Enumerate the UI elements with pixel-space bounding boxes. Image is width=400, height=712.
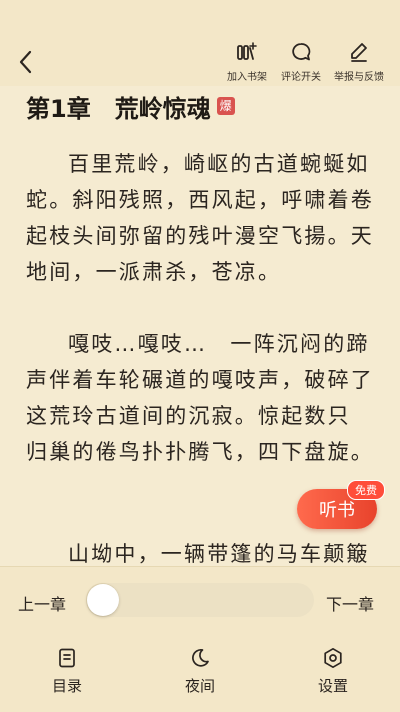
settings-label: 设置 xyxy=(317,677,348,695)
listen-book-label: 听书 xyxy=(319,500,355,521)
reader-bottom-panel: 上一章 下一章 目录 夜间 设置 xyxy=(0,566,400,712)
catalog-label: 目录 xyxy=(51,677,82,695)
free-tag: 免费 xyxy=(347,480,385,500)
hot-badge: 爆 xyxy=(216,97,235,115)
catalog-icon xyxy=(59,648,75,668)
prev-chapter-button[interactable]: 上一章 xyxy=(18,591,66,615)
report-feedback-button[interactable]: 举报与反馈 xyxy=(323,40,395,84)
night-mode-icon xyxy=(192,649,209,667)
reader-top-bar: 加入书架 评论开关 举报与反馈 xyxy=(0,0,400,87)
catalog-button[interactable]: 目录 xyxy=(37,647,97,697)
paragraph: 百里荒岭，崎岖的古道蜿蜒如蛇。斜阳残照，西风起，呼啸着卷起枝头间弥留的残叶漫空飞… xyxy=(26,152,374,284)
report-feedback-label: 举报与反馈 xyxy=(334,72,384,83)
night-mode-label: 夜间 xyxy=(184,677,215,695)
paragraph: 山坳中，一辆带篷的马车颠簸 xyxy=(68,542,370,566)
chapter-progress-slider[interactable] xyxy=(86,583,314,617)
back-button[interactable] xyxy=(12,48,38,76)
settings-icon xyxy=(324,647,342,669)
chevron-left-icon xyxy=(19,50,32,74)
edit-report-icon xyxy=(351,43,367,62)
paragraph: 嘎吱…嘎吱… 一阵沉闷的蹄声伴着车轮碾道的嘎吱声，破碎了这荒玲古道间的沉寂。惊起… xyxy=(26,332,375,464)
next-chapter-button[interactable]: 下一章 xyxy=(326,591,374,615)
slider-thumb[interactable] xyxy=(87,584,119,616)
chapter-title-text: 第1章 荒岭惊魂 xyxy=(26,94,211,123)
add-to-bookshelf-label: 加入书架 xyxy=(227,72,267,83)
comment-toggle-label: 评论开关 xyxy=(281,72,321,83)
comment-icon xyxy=(292,43,311,61)
bookshelf-add-icon xyxy=(237,42,257,60)
settings-button[interactable]: 设置 xyxy=(303,647,363,697)
night-mode-button[interactable]: 夜间 xyxy=(170,647,230,697)
chapter-title: 第1章 荒岭惊魂 爆 xyxy=(26,88,235,124)
